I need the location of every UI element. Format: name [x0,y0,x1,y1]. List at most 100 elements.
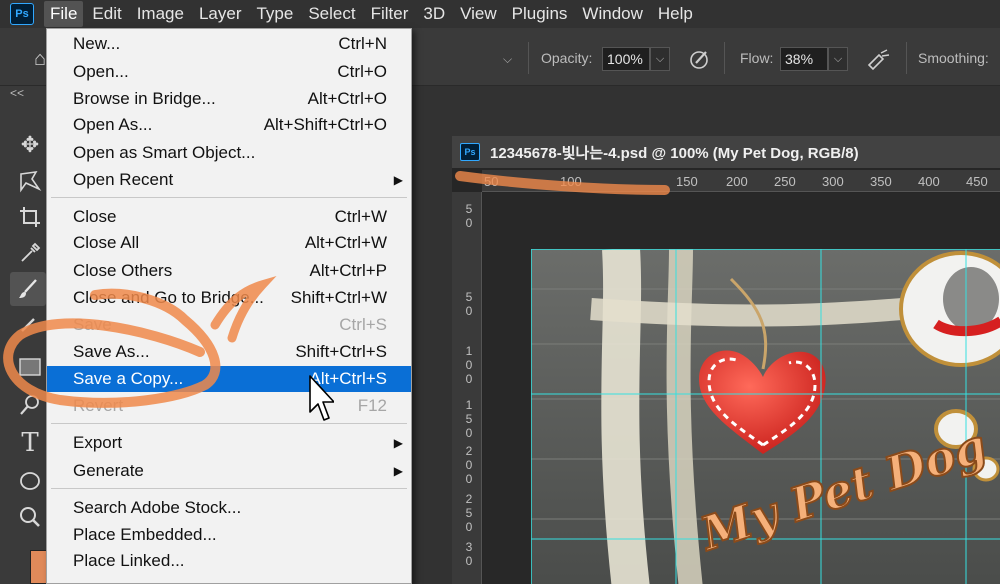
ruler-tick: 200 [726,174,748,189]
menu-item-export[interactable]: Export ▶ [47,430,411,456]
ruler-tick: 400 [918,174,940,189]
move-tool-icon[interactable]: ✥ [12,128,48,162]
ruler-tick: 50 [484,174,499,189]
eyedropper-tool-icon[interactable] [12,236,48,270]
lasso-tool-icon[interactable] [12,164,48,198]
vertical-ruler[interactable]: 5 0 5 0 1 0 0 1 5 0 2 0 0 2 5 0 3 0 [452,192,482,584]
airbrush-icon[interactable] [864,45,892,73]
submenu-arrow-icon: ▶ [393,436,403,450]
ruler-tick: 2 0 0 [465,444,473,486]
file-menu-dropdown: New... Ctrl+N Open... Ctrl+O Browse in Bri… [46,28,412,584]
gradient-tool-icon[interactable] [12,350,48,384]
menu-select[interactable]: Select [302,1,361,27]
menu-window[interactable]: Window [576,1,648,27]
menu-item-open-recent[interactable]: Open Recent ▶ [47,167,411,193]
menu-separator [51,423,407,424]
menu-help[interactable]: Help [652,1,699,27]
menu-item-open-as[interactable]: Open As... Alt+Shift+Ctrl+O [47,112,411,138]
document-tab[interactable]: Ps 12345678-빛나는-4.psd @ 100% (My Pet Dog… [452,136,1000,168]
eyedropper-glyph-icon [21,242,41,262]
tools-panel: << ✥ T [0,86,48,584]
menu-type[interactable]: Type [250,1,299,27]
menu-plugins[interactable]: Plugins [506,1,574,27]
type-tool-icon[interactable]: T [12,426,48,460]
menu-item-revert: Revert F12 [73,396,387,415]
menu-edit[interactable]: Edit [86,1,127,27]
menu-item-save-as[interactable]: Save As... Shift+Ctrl+S [47,339,411,365]
ellipse-tool-icon[interactable] [12,464,48,498]
options-separator [906,42,907,74]
collapse-panel-icon[interactable]: << [10,86,24,100]
menu-item-save-a-copy[interactable]: Save a Copy... Alt+Ctrl+S [47,366,411,392]
menu-item-save: Save Ctrl+S [73,315,387,334]
menu-bar: Ps File Edit Image Layer Type Select Fil… [0,0,1000,28]
ruler-tick: 450 [966,174,988,189]
opacity-chevron-icon[interactable]: ⌵ [650,47,670,71]
menu-item-close-others[interactable]: Close Others Alt+Ctrl+P [47,258,411,284]
artwork-canvas[interactable]: My Pet Dog [531,249,1000,584]
menu-item-close-all[interactable]: Close All Alt+Ctrl+W [47,230,411,256]
photoshop-logo-icon: Ps [10,3,34,25]
smoothing-label: Smoothing: [918,50,989,66]
menu-layer[interactable]: Layer [193,1,248,27]
submenu-arrow-icon: ▶ [393,173,403,187]
menu-item-new[interactable]: New... Ctrl+N [47,31,411,57]
mouse-pointer-icon [309,375,334,421]
menu-item-open[interactable]: Open... Ctrl+O [47,59,411,85]
menu-item-open-smart-object[interactable]: Open as Smart Object... [47,140,411,166]
menu-item-close[interactable]: Close Ctrl+W [47,204,411,230]
menu-item-close-go-to-bridge[interactable]: Close and Go to Bridge... Shift+Ctrl+W [47,285,411,311]
psd-file-icon: Ps [460,143,480,161]
menu-3d[interactable]: 3D [417,1,451,27]
stamp-glyph-icon [21,318,35,332]
horizontal-ruler[interactable]: 50 100 150 200 250 300 350 400 450 [482,170,1000,192]
brush-tool-icon[interactable] [10,272,46,306]
ruler-tick: 350 [870,174,892,189]
opacity-label: Opacity: [541,50,593,66]
flow-label: Flow: [740,50,774,66]
lasso-glyph-icon [20,170,42,193]
brush-mode-chevron-icon[interactable]: ⌵ [503,52,512,67]
pen-pressure-icon [690,51,708,69]
dodge-glyph-icon [20,395,39,415]
gradient-glyph-icon [19,358,41,376]
menu-view[interactable]: View [454,1,503,27]
ruler-tick: 1 0 0 [465,344,473,386]
brush-glyph-icon [19,279,37,298]
document-window: Ps 12345678-빛나는-4.psd @ 100% (My Pet Dog… [452,136,1000,584]
ruler-tick: 300 [822,174,844,189]
ruler-tick: 1 5 0 [465,398,473,440]
zoom-glyph-icon [20,507,40,527]
ruler-tick: 250 [774,174,796,189]
menu-item-place-embedded[interactable]: Place Embedded... [47,522,411,548]
flow-input[interactable]: 38% [780,47,828,71]
menu-file[interactable]: File [44,1,84,27]
menu-separator [51,197,407,198]
menu-item-generate[interactable]: Generate ▶ [47,458,411,484]
opacity-input[interactable]: 100% [602,47,650,71]
airbrush-glyph-icon [867,49,890,71]
menu-item-place-linked[interactable]: Place Linked... [47,548,411,574]
ruler-tick: 5 0 [465,290,473,318]
stamp-tool-icon[interactable] [12,308,48,342]
submenu-arrow-icon: ▶ [393,464,403,478]
menu-item-browse-in-bridge[interactable]: Browse in Bridge... Alt+Ctrl+O [47,86,411,112]
menu-filter[interactable]: Filter [365,1,415,27]
options-separator [724,42,725,74]
ruler-tick: 150 [676,174,698,189]
flow-chevron-icon[interactable]: ⌵ [828,47,848,71]
crop-tool-icon[interactable] [12,200,48,234]
dodge-tool-icon[interactable] [12,388,48,422]
ruler-tick: 100 [560,174,582,189]
pressure-opacity-icon[interactable] [686,45,714,73]
ruler-tick: 2 5 0 [465,492,473,534]
canvas-area[interactable]: My Pet Dog [483,193,1000,584]
ruler-tick: 5 0 [465,202,473,230]
zoom-tool-icon[interactable] [12,500,48,534]
ruler-tick: 3 0 [465,540,473,568]
options-separator [528,42,529,74]
crop-glyph-icon [20,207,40,227]
menu-item-search-adobe-stock[interactable]: Search Adobe Stock... [47,495,411,521]
document-title: 12345678-빛나는-4.psd @ 100% (My Pet Dog, R… [490,144,859,162]
menu-image[interactable]: Image [131,1,190,27]
